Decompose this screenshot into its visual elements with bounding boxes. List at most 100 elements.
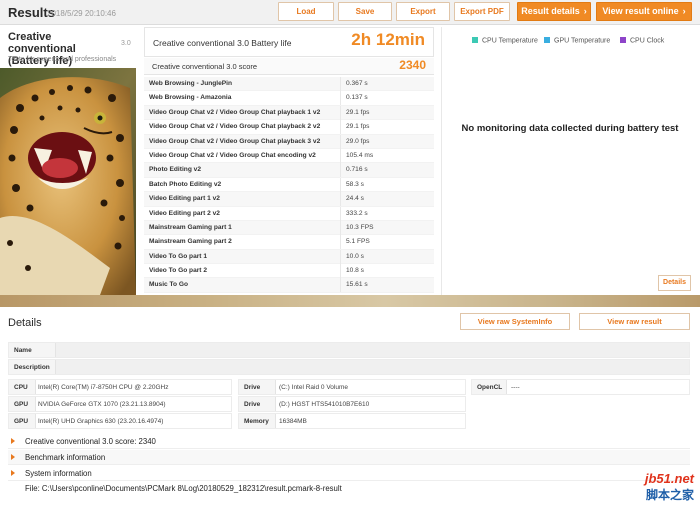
accordion-benchmark-information[interactable]: Benchmark information	[8, 450, 690, 465]
column-divider	[340, 192, 341, 207]
battery-life-score: Creative conventional 3.0 Battery life 2…	[144, 27, 434, 57]
memory-label: Memory	[244, 418, 269, 425]
result-name: Video Group Chat v2 / Video Group Chat p…	[149, 123, 321, 131]
benchmark-score: Creative conventional 3.0 score 2340	[144, 58, 434, 75]
result-name: Music To Go	[149, 281, 189, 289]
battery-life-label: Creative conventional 3.0 Battery life	[153, 38, 292, 48]
chevron-right-icon: ›	[682, 6, 686, 16]
column-divider	[340, 278, 341, 293]
expand-arrow-icon	[11, 454, 15, 460]
results-header: Results 2018/5/29 20:10:46 Load Save Exp…	[0, 0, 700, 25]
result-timestamp: 2018/5/29 20:10:46	[47, 9, 116, 18]
legend-item: CPU Clock	[620, 37, 664, 45]
gpu-value: NVIDIA GeForce GTX 1070 (23.21.13.8904)	[38, 401, 166, 408]
result-name: Web Browsing - JunglePin	[149, 80, 233, 87]
result-row: Video Group Chat v2 / Video Group Chat p…	[144, 105, 434, 121]
background-image-strip	[0, 295, 700, 307]
view-raw-result-button[interactable]: View raw result	[579, 313, 690, 330]
workload-results-table: Web Browsing - JunglePin 0.367 s Web Brows…	[144, 77, 434, 293]
cpu-row: CPU Intel(R) Core(TM) i7-8750H CPU @ 2.2…	[8, 379, 232, 395]
accordion-label: Creative conventional 3.0 score: 2340	[25, 437, 156, 446]
result-file-path: File: C:\Users\pconline\Documents\PCMark…	[25, 484, 342, 493]
accordion-system-information[interactable]: System information	[8, 466, 690, 481]
benchmark-score-label: Creative conventional 3.0 score	[152, 62, 258, 71]
description-row: Description	[8, 359, 690, 375]
leopard-illustration	[0, 68, 136, 295]
result-value: 58.3 s	[346, 180, 364, 188]
column-divider	[340, 249, 341, 264]
no-monitoring-data-message: No monitoring data collected during batt…	[461, 123, 679, 134]
save-button[interactable]: Save	[338, 2, 392, 21]
legend-item: GPU Temperature	[544, 37, 610, 45]
drive-row: Drive (C:) Intel Raid 0 Volume	[238, 379, 466, 395]
result-name: Video Group Chat v2 / Video Group Chat p…	[149, 108, 321, 116]
result-value: 0.137 s	[346, 94, 368, 102]
expand-arrow-icon	[11, 470, 15, 476]
result-row: Video Group Chat v2 / Video Group Chat p…	[144, 120, 434, 135]
view-result-online-button[interactable]: View result online ›	[596, 2, 692, 21]
legend-swatch	[620, 37, 626, 43]
load-button[interactable]: Load	[278, 2, 334, 21]
monitoring-panel: CPU Temperature GPU Temperature CPU Clock …	[441, 27, 697, 295]
result-row: Video To Go part 1 10.0 s	[144, 249, 434, 265]
result-value: 10.8 s	[346, 267, 364, 275]
result-name: Video To Go part 1	[149, 252, 208, 260]
column-divider	[340, 177, 341, 192]
result-value: 15.61 s	[346, 281, 368, 289]
name-label: Name	[14, 347, 32, 354]
drive-row: Drive (D:) HGST HTS541010B7E610	[238, 396, 466, 412]
benchmark-leopard-image	[0, 68, 136, 295]
result-row: Mainstream Gaming part 1 10.3 FPS	[144, 220, 434, 236]
details-title: Details	[8, 317, 42, 329]
result-name: Video Group Chat v2 / Video Group Chat e…	[149, 151, 316, 159]
result-row: Photo Editing v2 0.716 s	[144, 163, 434, 178]
result-value: 5.1 FPS	[346, 238, 370, 246]
result-details-button[interactable]: Result details ›	[517, 2, 591, 21]
result-value: 0.367 s	[346, 80, 368, 87]
column-divider	[340, 264, 341, 279]
monitoring-details-button[interactable]: Details	[658, 275, 691, 291]
export-button[interactable]: Export	[396, 2, 450, 21]
watermark-domain: jb51.net	[644, 471, 694, 486]
legend-label: CPU Temperature	[482, 37, 538, 45]
view-raw-systeminfo-button[interactable]: View raw SystemInfo	[460, 313, 570, 330]
result-name: Batch Photo Editing v2	[149, 180, 222, 188]
column-divider	[340, 206, 341, 221]
site-watermark: jb51.net 脚本之家	[645, 471, 694, 503]
benchmark-score-value: 2340	[399, 58, 426, 72]
accordion-score[interactable]: Creative conventional 3.0 score: 2340	[8, 434, 690, 449]
column-divider	[340, 220, 341, 235]
result-value: 333.2 s	[346, 209, 368, 217]
name-row: Name	[8, 342, 690, 358]
result-name: Web Browsing - Amazonia	[149, 94, 232, 102]
result-row: Video To Go part 2 10.8 s	[144, 264, 434, 279]
accordion-label: System information	[25, 469, 92, 478]
result-row: Video Group Chat v2 / Video Group Chat p…	[144, 134, 434, 149]
column-divider	[340, 105, 341, 120]
result-value: 10.3 FPS	[346, 223, 374, 231]
export-pdf-button[interactable]: Export PDF	[454, 2, 510, 21]
result-value: 10.0 s	[346, 252, 364, 260]
drive-label: Drive	[244, 401, 261, 408]
description-label: Description	[14, 364, 50, 371]
result-value: 29.1 fps	[346, 108, 370, 116]
result-value: 105.4 ms	[346, 151, 374, 159]
drive-value: (C:) Intel Raid 0 Volume	[279, 384, 349, 391]
result-row: Video Group Chat v2 / Video Group Chat e…	[144, 148, 434, 164]
result-name: Mainstream Gaming part 1	[149, 223, 232, 231]
opencl-value: ----	[511, 384, 520, 391]
accordion-label: Benchmark information	[25, 453, 106, 462]
cpu-value: Intel(R) Core(TM) i7-8750H CPU @ 2.20GHz	[38, 384, 169, 391]
result-name: Photo Editing v2	[149, 166, 202, 174]
legend-item: CPU Temperature	[472, 37, 538, 45]
result-name: Video Editing part 1 v2	[149, 195, 220, 203]
legend-label: CPU Clock	[630, 37, 665, 45]
result-value: 24.4 s	[346, 195, 364, 203]
cpu-label: CPU	[14, 384, 28, 391]
opencl-label: OpenCL	[477, 384, 503, 391]
gpu-value: Intel(R) UHD Graphics 630 (23.20.16.4974…	[38, 418, 164, 425]
legend-swatch	[544, 37, 550, 43]
drive-value: (D:) HGST HTS541010B7E610	[279, 401, 370, 408]
opencl-row: OpenCL ----	[471, 379, 690, 395]
result-row: Video Editing part 1 v2 24.4 s	[144, 192, 434, 207]
